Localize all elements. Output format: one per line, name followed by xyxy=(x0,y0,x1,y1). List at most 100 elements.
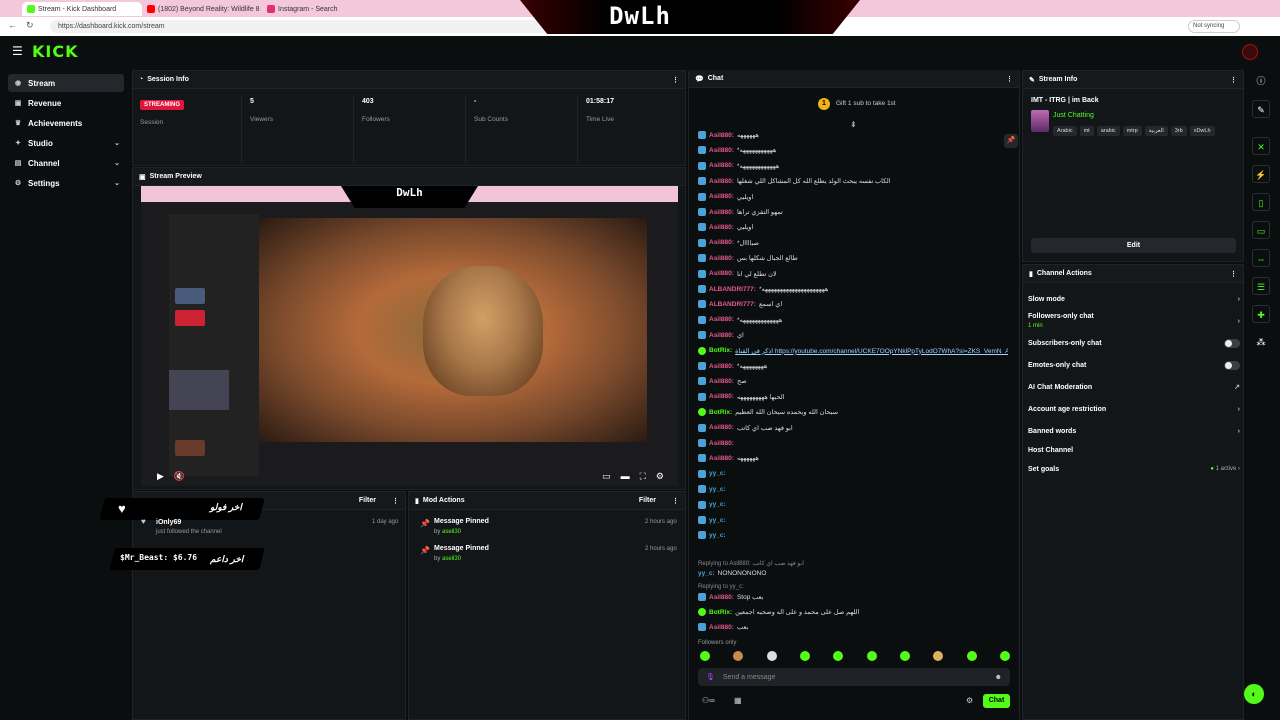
send-chat-button[interactable]: Chat xyxy=(983,694,1010,708)
chat-username[interactable]: yy_c: xyxy=(698,570,715,577)
pip-icon[interactable]: ▭ xyxy=(602,471,611,482)
users-icon[interactable]: ⚇∞ xyxy=(702,696,715,705)
chat-username[interactable]: Asil880: xyxy=(709,363,734,370)
sidebar-item-revenue[interactable]: ▣ Revenue xyxy=(8,94,124,112)
chat-username[interactable]: Asil880: xyxy=(709,239,734,246)
emote-icon[interactable] xyxy=(766,651,777,661)
chat-username[interactable]: BotRix: xyxy=(709,409,732,416)
avatar[interactable] xyxy=(1242,44,1258,60)
stream-category[interactable]: Just Chatting xyxy=(1053,112,1094,119)
sync-button[interactable]: Not syncing xyxy=(1188,20,1240,33)
stream-preview-video[interactable]: DwLh ▶ 🔇 ▭ ▬ ⛶ ⚙ xyxy=(141,186,678,486)
emote-icon[interactable] xyxy=(833,651,844,661)
info-icon[interactable]: ⓘ xyxy=(1252,72,1270,90)
subscribers-only-toggle[interactable] xyxy=(1224,338,1240,348)
emote-icon[interactable] xyxy=(866,651,877,661)
action-emotes-only[interactable]: Emotes-only chat xyxy=(1028,355,1240,375)
chat-username[interactable]: yy_c: xyxy=(709,470,726,477)
microphone-icon[interactable]: 🎙 xyxy=(706,673,715,681)
more-options-icon[interactable]: ⋮ xyxy=(1006,75,1013,83)
chat-username[interactable]: Asil880: xyxy=(709,270,734,277)
emoji-icon[interactable]: ☻ xyxy=(995,674,1002,681)
chat-username[interactable]: Asil880: xyxy=(709,594,734,601)
chat-settings-icon[interactable]: ⚙ xyxy=(966,696,973,705)
more-options-icon[interactable]: ⋮ xyxy=(672,76,679,84)
mod-username[interactable]: aseil30 xyxy=(442,529,461,535)
filter-button[interactable]: Filter xyxy=(639,497,656,504)
chat-username[interactable]: Asil880: xyxy=(709,624,734,631)
calendar-icon[interactable]: ▦ xyxy=(734,696,742,705)
chat-input[interactable]: 🎙 Send a message ☻ xyxy=(698,668,1010,686)
tab-youtube[interactable]: (1802) Beyond Reality: Wildlife 8 xyxy=(142,2,262,16)
action-banned-words[interactable]: Banned words › xyxy=(1028,421,1240,441)
close-icon[interactable]: ✕ xyxy=(1252,137,1270,155)
action-host-channel[interactable]: Host Channel xyxy=(1028,440,1240,460)
chat-username[interactable]: Asil880: xyxy=(709,316,734,323)
more-options-icon[interactable]: ⋮ xyxy=(672,497,679,505)
more-options-icon[interactable]: ⋮ xyxy=(392,497,399,505)
chat-username[interactable]: Asil880: xyxy=(709,378,734,385)
chat-username[interactable]: Asil880: xyxy=(709,224,734,231)
chat-username[interactable]: BotRix: xyxy=(709,347,732,354)
chat-username[interactable]: Asil880: xyxy=(709,193,734,200)
sidebar-item-stream[interactable]: ◉ Stream xyxy=(8,74,124,92)
wrench-icon[interactable]: ✚ xyxy=(1252,305,1270,323)
chat-username[interactable]: Asil880: xyxy=(709,424,734,431)
kick-logo[interactable]: KICK xyxy=(32,42,79,61)
play-icon[interactable]: ▶ xyxy=(157,471,164,482)
emote-icon[interactable] xyxy=(966,651,977,661)
tab-kick-dashboard[interactable]: Stream - Kick Dashboard xyxy=(22,2,142,16)
emote-icon[interactable] xyxy=(700,651,710,661)
lightning-icon[interactable]: ⚡ xyxy=(1252,165,1270,183)
sidebar-item-channel[interactable]: ▤ Channel ⌄ xyxy=(8,154,124,172)
emote-icon[interactable] xyxy=(799,651,810,661)
emote-icon[interactable] xyxy=(899,651,910,661)
chat-username[interactable]: yy_c: xyxy=(709,486,726,493)
emote-icon[interactable] xyxy=(733,651,744,661)
back-icon[interactable]: ← xyxy=(8,20,17,30)
more-options-icon[interactable]: ⋮ xyxy=(1230,270,1237,278)
mute-icon[interactable]: 🔇 xyxy=(174,471,185,482)
chat-username[interactable]: Asil880: xyxy=(709,162,734,169)
chat-username[interactable]: Asil880: xyxy=(709,255,734,262)
edit-stream-info-button[interactable]: Edit xyxy=(1031,238,1236,253)
emotes-only-toggle[interactable] xyxy=(1224,360,1240,370)
message-icon[interactable]: ▭ xyxy=(1252,221,1270,239)
action-subscribers-only[interactable]: Subscribers-only chat xyxy=(1028,333,1240,353)
chat-username[interactable]: yy_c: xyxy=(709,517,726,524)
action-ai-moderation[interactable]: AI Chat Moderation ↗ xyxy=(1028,377,1240,397)
mod-username[interactable]: aseil30 xyxy=(442,556,461,562)
document-icon[interactable]: ▯ xyxy=(1252,193,1270,211)
emote-icon[interactable] xyxy=(999,651,1010,661)
sidebar-item-studio[interactable]: ✦ Studio ⌄ xyxy=(8,134,124,152)
fullscreen-icon[interactable]: ⛶ xyxy=(640,471,646,482)
emote-icon[interactable] xyxy=(933,651,944,661)
gift-banner[interactable]: Gift 1 sub to take 1st xyxy=(836,100,896,107)
tab-instagram[interactable]: Instagram - Search xyxy=(262,2,382,16)
settings-icon[interactable]: ⚙ xyxy=(656,471,664,482)
action-set-goals[interactable]: Set goals ● 1 active › xyxy=(1028,459,1240,479)
more-options-icon[interactable]: ⋮ xyxy=(1230,76,1237,84)
action-account-age[interactable]: Account age restriction › xyxy=(1028,399,1240,419)
chat-username[interactable]: Asil880: xyxy=(709,132,734,139)
chat-username[interactable]: Asil880: xyxy=(709,332,734,339)
chat-username[interactable]: ALBANDRI777: xyxy=(709,286,756,293)
chat-username[interactable]: Asil880: xyxy=(709,440,734,447)
chat-username[interactable]: Asil880: xyxy=(709,178,734,185)
chat-username[interactable]: ALBANDRI777: xyxy=(709,301,756,308)
edit-icon[interactable]: ✎ xyxy=(1252,100,1270,118)
filter-button[interactable]: Filter xyxy=(359,497,376,504)
chat-username[interactable]: Asil880: xyxy=(709,147,734,154)
connections-icon[interactable]: ⁂ xyxy=(1252,333,1270,351)
link-icon[interactable]: ⇔ xyxy=(1252,249,1270,267)
sidebar-item-achievements[interactable]: ♛ Achievements xyxy=(8,114,124,132)
reload-icon[interactable]: ↻ xyxy=(26,20,34,31)
assistant-button[interactable]: ◐ xyxy=(1244,684,1264,704)
list-icon[interactable]: ☰ xyxy=(1252,277,1270,295)
chat-username[interactable]: BotRix: xyxy=(709,609,732,616)
chat-username[interactable]: Asil880: xyxy=(709,393,734,400)
chat-username[interactable]: yy_c: xyxy=(709,532,726,539)
theater-icon[interactable]: ▬ xyxy=(621,471,630,481)
menu-icon[interactable]: ☰ xyxy=(12,44,23,58)
chat-username[interactable]: yy_c: xyxy=(709,501,726,508)
